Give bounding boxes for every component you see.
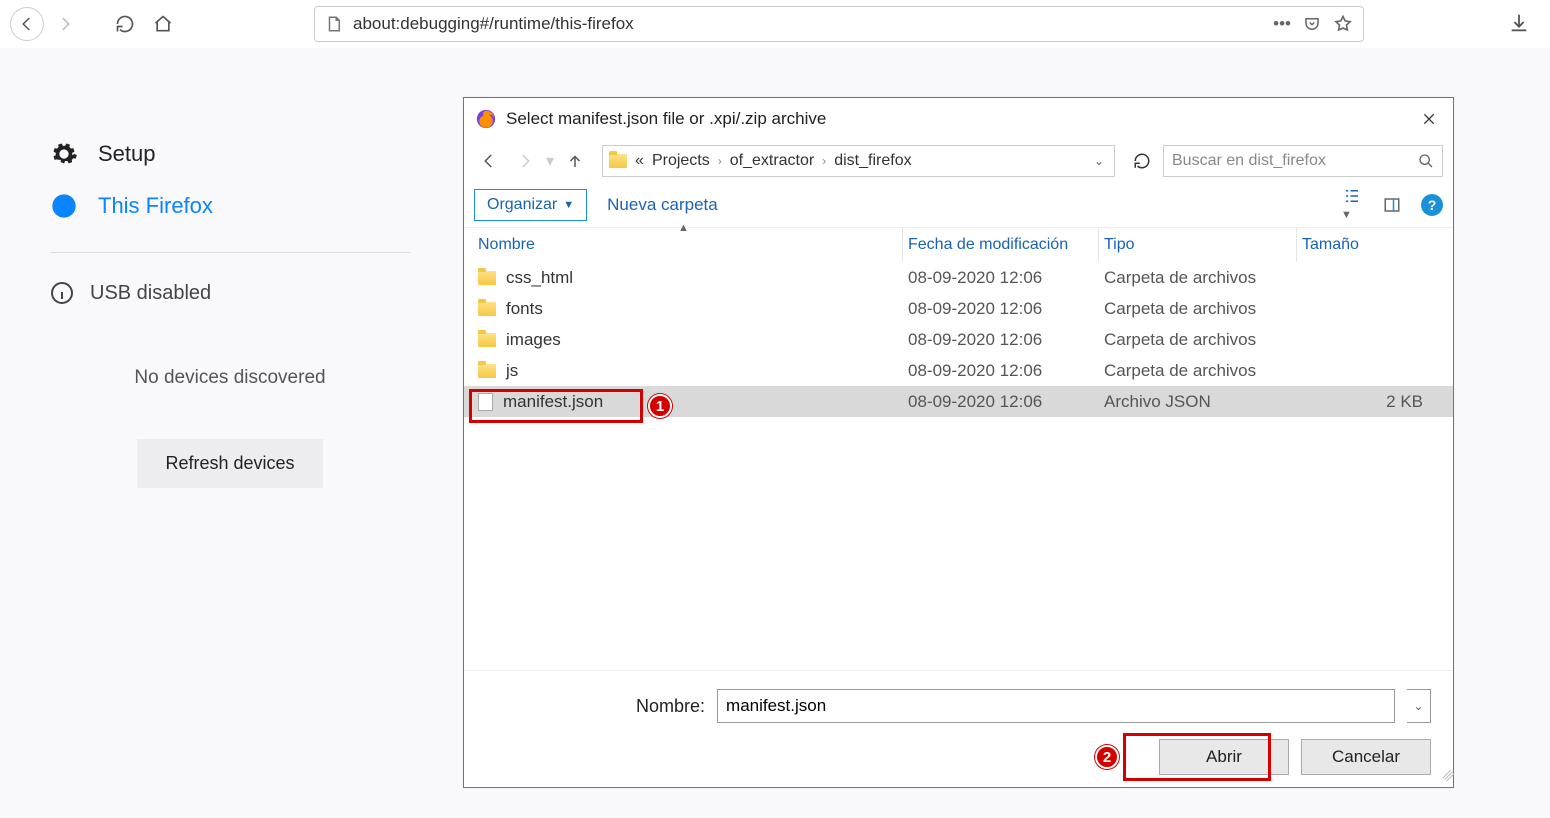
sidebar-item-setup[interactable]: Setup: [50, 128, 410, 180]
sidebar-setup-label: Setup: [98, 141, 156, 167]
path-dropdown-icon[interactable]: ⌄: [1090, 154, 1108, 168]
debugging-sidebar: Setup This Firefox USB disabled No devic…: [0, 48, 460, 818]
help-icon[interactable]: ?: [1421, 194, 1443, 216]
nav-refresh-button[interactable]: [1127, 146, 1157, 176]
file-name: fonts: [506, 299, 543, 319]
dialog-footer: Nombre: ⌄ 2 Abrir Cancelar ≡: [464, 670, 1453, 787]
usb-status-label: USB disabled: [90, 282, 211, 305]
file-type: Carpeta de archivos: [1104, 268, 1302, 288]
file-type: Carpeta de archivos: [1104, 330, 1302, 350]
file-type: Carpeta de archivos: [1104, 299, 1302, 319]
file-date: 08-09-2020 12:06: [908, 299, 1104, 319]
back-button[interactable]: [10, 7, 44, 41]
nav-history-chevron[interactable]: ▾: [546, 151, 554, 171]
column-header-date[interactable]: Fecha de modificación: [908, 236, 1104, 254]
annotation-badge-1: 1: [648, 394, 672, 418]
file-list[interactable]: css_html08-09-2020 12:06Carpeta de archi…: [464, 262, 1453, 417]
forward-button[interactable]: [48, 7, 82, 41]
breadcrumb-truncate: «: [635, 152, 644, 170]
column-header-type[interactable]: Tipo: [1104, 236, 1302, 254]
file-row[interactable]: js 08-09-2020 12:06Carpeta de archivos: [464, 355, 1453, 386]
file-row[interactable]: fonts 08-09-2020 12:06Carpeta de archivos: [464, 293, 1453, 324]
file-area: ▲ Nombre Fecha de modificación Tipo Tama…: [464, 228, 1453, 670]
gear-icon: [50, 140, 78, 168]
chevron-down-icon: ▼: [563, 199, 574, 211]
dialog-toolbar: Organizar ▼ Nueva carpeta ▼ ?: [464, 182, 1453, 228]
breadcrumb-item[interactable]: dist_firefox: [834, 152, 911, 170]
dialog-search-input[interactable]: Buscar en dist_firefox: [1163, 145, 1443, 177]
dialog-title-text: Select manifest.json file or .xpi/.zip a…: [506, 109, 826, 129]
file-open-dialog: Select manifest.json file or .xpi/.zip a…: [463, 97, 1454, 788]
resize-grip-icon[interactable]: ≡: [1438, 768, 1455, 785]
file-row[interactable]: manifest.json 08-09-2020 12:06Archivo JSO…: [464, 386, 1453, 417]
cancel-button[interactable]: Cancelar: [1301, 739, 1431, 775]
view-mode-button[interactable]: ▼: [1341, 187, 1363, 223]
search-icon: [1418, 153, 1434, 169]
nav-up-button[interactable]: [560, 146, 590, 176]
pocket-icon[interactable]: [1303, 15, 1321, 33]
chevron-right-icon: ›: [822, 154, 826, 168]
file-list-header: Nombre Fecha de modificación Tipo Tamaño: [464, 228, 1453, 262]
firefox-app-icon: [476, 109, 496, 129]
column-header-name[interactable]: Nombre: [478, 236, 908, 254]
search-placeholder: Buscar en dist_firefox: [1172, 152, 1326, 170]
folder-icon: [609, 154, 627, 168]
nav-forward-button[interactable]: [510, 146, 540, 176]
filename-input[interactable]: [717, 689, 1395, 723]
preview-pane-button[interactable]: [1381, 196, 1403, 214]
downloads-icon[interactable]: [1508, 12, 1530, 34]
page-icon: [325, 15, 343, 33]
folder-icon: [478, 364, 496, 378]
file-name: js: [506, 361, 518, 381]
filename-label: Nombre:: [636, 696, 705, 717]
sidebar-this-firefox-label: This Firefox: [98, 193, 213, 219]
file-name: css_html: [506, 268, 573, 288]
breadcrumb-item[interactable]: of_extractor: [730, 152, 814, 170]
reload-button[interactable]: [108, 7, 142, 41]
file-date: 08-09-2020 12:06: [908, 268, 1104, 288]
file-row[interactable]: css_html 08-09-2020 12:06Carpeta de archi…: [464, 262, 1453, 293]
sidebar-divider: [50, 252, 410, 253]
file-row[interactable]: images 08-09-2020 12:06Carpeta de archivo…: [464, 324, 1453, 355]
usb-status: USB disabled: [50, 273, 410, 323]
url-bar[interactable]: about:debugging#/runtime/this-firefox ••…: [314, 6, 1364, 42]
file-type: Carpeta de archivos: [1104, 361, 1302, 381]
dialog-titlebar: Select manifest.json file or .xpi/.zip a…: [464, 98, 1453, 140]
file-name: manifest.json: [503, 392, 603, 412]
path-bar[interactable]: « Projects › of_extractor › dist_firefox…: [602, 145, 1115, 177]
folder-icon: [478, 271, 496, 285]
sidebar-item-this-firefox[interactable]: This Firefox: [50, 180, 410, 232]
file-name: images: [506, 330, 561, 350]
refresh-devices-button[interactable]: Refresh devices: [137, 439, 322, 488]
organize-button[interactable]: Organizar ▼: [474, 189, 587, 221]
meatball-menu-icon[interactable]: •••: [1273, 14, 1291, 34]
new-folder-button[interactable]: Nueva carpeta: [607, 195, 718, 215]
dialog-nav: ▾ « Projects › of_extractor › dist_firef…: [464, 140, 1453, 182]
file-size: 2 KB: [1302, 392, 1453, 412]
folder-icon: [478, 333, 496, 347]
bookmark-star-icon[interactable]: [1333, 14, 1353, 34]
no-devices-text: No devices discovered: [50, 367, 410, 389]
info-icon: [50, 281, 74, 305]
url-text: about:debugging#/runtime/this-firefox: [353, 14, 1263, 34]
breadcrumb-item[interactable]: Projects: [652, 152, 710, 170]
filename-dropdown-icon[interactable]: ⌄: [1407, 689, 1431, 723]
nav-back-button[interactable]: [474, 146, 504, 176]
browser-toolbar: about:debugging#/runtime/this-firefox ••…: [0, 0, 1550, 48]
folder-icon: [478, 302, 496, 316]
chevron-right-icon: ›: [718, 154, 722, 168]
file-icon: [478, 393, 493, 411]
home-button[interactable]: [146, 7, 180, 41]
column-header-size[interactable]: Tamaño: [1302, 236, 1453, 254]
open-button[interactable]: Abrir: [1159, 739, 1289, 775]
organize-label: Organizar: [487, 196, 557, 214]
file-date: 08-09-2020 12:06: [908, 392, 1104, 412]
file-type: Archivo JSON: [1104, 392, 1302, 412]
file-date: 08-09-2020 12:06: [908, 361, 1104, 381]
file-date: 08-09-2020 12:06: [908, 330, 1104, 350]
close-button[interactable]: [1417, 107, 1441, 131]
firefox-icon: [50, 192, 78, 220]
annotation-badge-2: 2: [1095, 745, 1119, 769]
